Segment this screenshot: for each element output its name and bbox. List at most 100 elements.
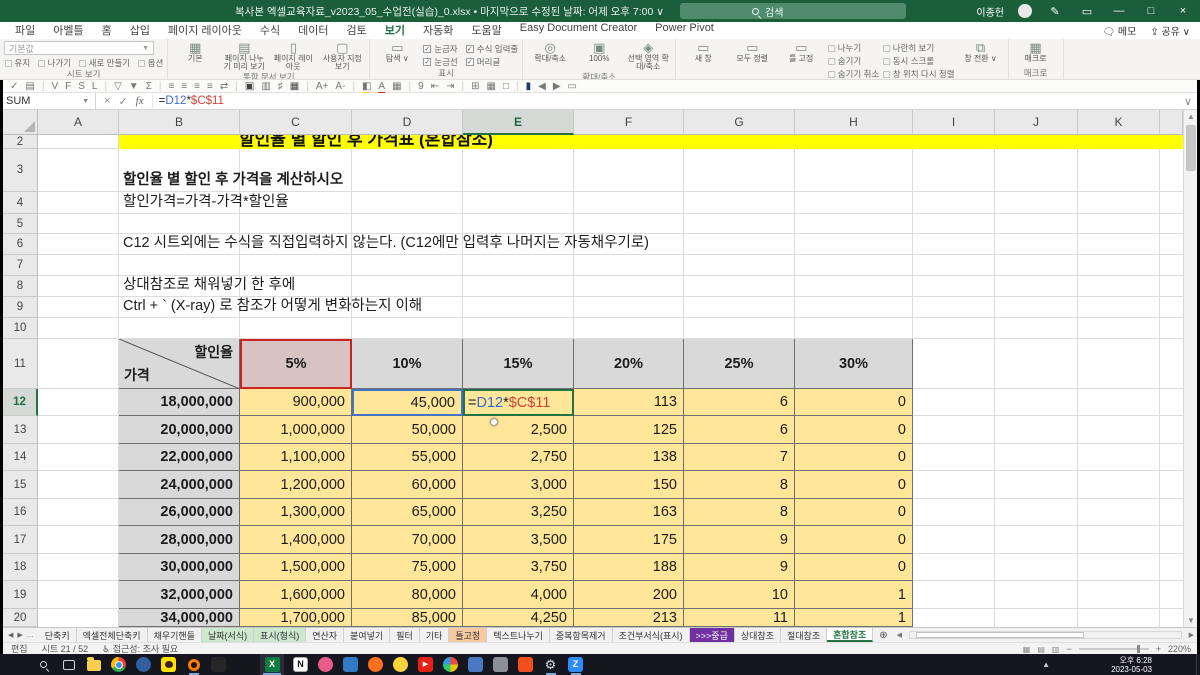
page-break-view-icon[interactable]: ▥ xyxy=(1052,645,1060,654)
cell-B18[interactable]: 30,000,000 xyxy=(119,554,240,581)
sheet-tab-연산자[interactable]: 연산자 xyxy=(306,628,344,642)
sheet-tab-중복항목제거[interactable]: 중복항목제거 xyxy=(550,628,613,642)
row-header-8[interactable]: 8 xyxy=(3,276,38,297)
cell-F13[interactable]: 125 xyxy=(574,416,684,444)
button-선택 영역 확대/축소[interactable]: ◈선택 영역 확대/축소 xyxy=(625,41,671,72)
confirm-entry-icon[interactable]: ✓ xyxy=(118,95,127,108)
color-app-icon[interactable] xyxy=(442,654,459,675)
button-새로 만들기[interactable]: ▢새로 만들기 xyxy=(78,57,130,69)
tab-검토[interactable]: 검토 xyxy=(338,21,376,41)
cell-D14[interactable]: 55,000 xyxy=(352,444,463,471)
scroll-down-icon[interactable]: ▼ xyxy=(1184,614,1198,627)
sheet-tab-기타[interactable]: 기타 xyxy=(420,628,450,642)
name-box[interactable]: SUM▼ xyxy=(0,93,96,110)
l-icon[interactable]: L xyxy=(92,81,98,92)
cell-B15[interactable]: 24,000,000 xyxy=(119,471,240,499)
checkbox-눈금자[interactable]: ✓눈금자 xyxy=(423,43,457,55)
v-icon[interactable]: V xyxy=(51,81,58,92)
column-header-C[interactable]: C xyxy=(240,110,352,135)
browser-icon[interactable] xyxy=(135,654,152,675)
cell-B16[interactable]: 26,000,000 xyxy=(119,499,240,526)
orange-app-icon[interactable] xyxy=(517,654,534,675)
tab-홈[interactable]: 홈 xyxy=(93,21,121,41)
pink-app-icon[interactable] xyxy=(317,654,334,675)
filter-clear-icon[interactable]: ▼ xyxy=(129,81,139,92)
column-header-E[interactable]: E xyxy=(463,110,574,135)
button-모두 정렬[interactable]: ▭모두 정렬 xyxy=(729,41,775,63)
sheet-tab-상대참조[interactable]: 상대참조 xyxy=(735,628,781,642)
vertical-scrollbar[interactable]: ▲ ▼ xyxy=(1183,110,1197,627)
row-header-16[interactable]: 16 xyxy=(3,499,38,526)
button-옵션[interactable]: ▢옵션 xyxy=(137,57,163,69)
tab-보기[interactable]: 보기 xyxy=(376,21,414,41)
row-header-6[interactable]: 6 xyxy=(3,234,38,255)
column-header-G[interactable]: G xyxy=(684,110,795,135)
row-header-10[interactable]: 10 xyxy=(3,318,38,339)
sheet-tab-틀고정[interactable]: 틀고정 xyxy=(449,628,487,642)
grid-borders-icon[interactable]: ⊞ xyxy=(471,81,479,92)
tab-데이터[interactable]: 데이터 xyxy=(289,21,337,41)
cell-H18[interactable]: 0 xyxy=(795,554,913,581)
align-right-icon[interactable]: ≡ xyxy=(194,81,200,92)
row-header-11[interactable]: 11 xyxy=(3,339,38,389)
merge-center-icon[interactable]: ▣ xyxy=(245,81,254,92)
column-header-H[interactable]: H xyxy=(795,110,913,135)
row-header-9[interactable]: 9 xyxy=(3,297,38,318)
discount-header-25%[interactable]: 25% xyxy=(684,339,795,389)
formula-input[interactable]: =D12*$C$11 xyxy=(153,95,1184,107)
tab-도움말[interactable]: 도움말 xyxy=(462,21,510,41)
column-header-D[interactable]: D xyxy=(352,110,463,135)
font-increase-icon[interactable]: A+ xyxy=(316,81,329,92)
sheet-tab-절대참조[interactable]: 절대참조 xyxy=(781,628,827,642)
cell-H17[interactable]: 0 xyxy=(795,526,913,554)
page-layout-view-icon[interactable]: ▤ xyxy=(1037,645,1045,654)
discount-header-20%[interactable]: 20% xyxy=(574,339,684,389)
cell-C14[interactable]: 1,100,000 xyxy=(240,444,352,471)
cell-H14[interactable]: 0 xyxy=(795,444,913,471)
sheet-next-icon[interactable]: ▶ xyxy=(17,631,22,639)
zoom-slider-knob[interactable] xyxy=(1137,645,1140,653)
task-view-icon[interactable] xyxy=(60,654,77,675)
comments-button[interactable]: 🗨 메모 xyxy=(1102,23,1136,38)
maximize-button[interactable]: □ xyxy=(1142,5,1160,17)
button-매크로[interactable]: ▦매크로 xyxy=(1013,41,1059,63)
font-color-icon[interactable]: A xyxy=(378,81,385,92)
fill-color-icon[interactable]: ◧ xyxy=(362,81,371,92)
row-header-13[interactable]: 13 xyxy=(3,416,38,444)
sheet-tab-채우기핸들[interactable]: 채우기핸들 xyxy=(148,628,202,642)
file-explorer-icon[interactable] xyxy=(85,654,102,675)
pen-icon[interactable]: ✎ xyxy=(1046,5,1064,18)
row-header-3[interactable]: 3 xyxy=(3,149,38,192)
tab-Power Pivot[interactable]: Power Pivot xyxy=(646,21,723,41)
window-icon[interactable]: ▭ xyxy=(568,81,577,92)
cell-E16[interactable]: 3,250 xyxy=(463,499,574,526)
settings-icon[interactable]: ⚙ xyxy=(542,654,559,675)
button-나누기[interactable]: ▢나누기 xyxy=(827,42,879,54)
tab-파일[interactable]: 파일 xyxy=(6,21,44,41)
button-100%[interactable]: ▣100% xyxy=(576,41,622,63)
blue-app-icon[interactable] xyxy=(342,654,359,675)
cell-D16[interactable]: 65,000 xyxy=(352,499,463,526)
cell-text-row-4[interactable]: 할인가격=가격-가격*할인율 xyxy=(123,192,289,214)
cell-G20[interactable]: 11 xyxy=(684,609,795,627)
hscroll-left-icon[interactable]: ◀ xyxy=(894,628,905,642)
taskbar-clock[interactable]: 오후 6:28 2023-05-03 xyxy=(1111,654,1152,675)
cell-F16[interactable]: 163 xyxy=(574,499,684,526)
button-창 위치 다시 정렬[interactable]: ▢창 위치 다시 정렬 xyxy=(882,68,954,80)
sheet-tab-붙여넣기[interactable]: 붙여넣기 xyxy=(344,628,390,642)
kakaotalk-icon[interactable] xyxy=(160,654,177,675)
freeze-icon[interactable]: □ xyxy=(503,81,509,92)
zoom-in-icon[interactable]: + xyxy=(1156,644,1161,654)
sheet-tab-혼합참조[interactable]: 혼합참조 xyxy=(827,628,873,642)
button-틀 고정[interactable]: ▭틀 고정 xyxy=(778,41,824,63)
row-header-18[interactable]: 18 xyxy=(3,554,38,581)
row-header-14[interactable]: 14 xyxy=(3,444,38,471)
discount-header-10%[interactable]: 10% xyxy=(352,339,463,389)
cell-F18[interactable]: 188 xyxy=(574,554,684,581)
cell-E14[interactable]: 2,750 xyxy=(463,444,574,471)
cell-C19[interactable]: 1,600,000 xyxy=(240,581,352,609)
start-button[interactable] xyxy=(10,654,27,675)
cell-D15[interactable]: 60,000 xyxy=(352,471,463,499)
cell-G19[interactable]: 10 xyxy=(684,581,795,609)
cell-D20[interactable]: 85,000 xyxy=(352,609,463,627)
